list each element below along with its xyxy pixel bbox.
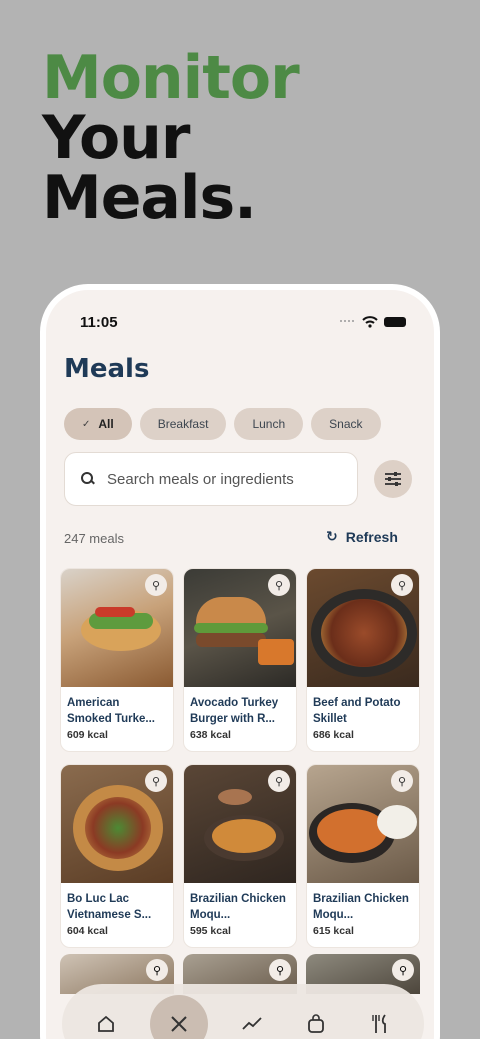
search-icon [81,472,95,486]
check-icon: ✓ [82,418,91,430]
meal-grid: ⚲ American Smoked Turke... 609 kcal ⚲ Av… [60,568,422,948]
refresh-button[interactable]: ↻ Refresh [326,528,398,545]
trend-icon [242,1017,262,1030]
pin-icon[interactable]: ⚲ [391,770,413,792]
meal-image: ⚲ [307,569,419,687]
chip-lunch-label: Lunch [252,417,286,431]
pin-icon[interactable]: ⚲ [146,959,168,981]
meal-name: Brazilian Chicken Moqu... [190,893,286,921]
meal-image: ⚲ [61,765,173,883]
headline-line3: Meals. [42,163,257,233]
meal-name: American Smoked Turke... [67,697,155,725]
meal-card[interactable]: ⚲ Avocado Turkey Burger with R... 638 kc… [183,568,297,752]
meal-name: Brazilian Chicken Moqu... [313,893,409,921]
bag-icon [308,1014,324,1033]
search-placeholder: Search meals or ingredients [107,470,294,488]
tab-home[interactable] [86,1004,126,1039]
meal-card[interactable]: ⚲ American Smoked Turke... 609 kcal [60,568,174,752]
tab-progress[interactable] [232,1004,272,1039]
meal-card[interactable]: ⚲ Beef and Potato Skillet 686 kcal [306,568,420,752]
chip-all[interactable]: ✓ All [64,408,132,440]
meal-kcal: 615 kcal [313,925,354,937]
pin-icon[interactable]: ⚲ [268,770,290,792]
refresh-icon: ↻ [326,528,338,544]
meal-name: Bo Luc Lac Vietnamese S... [67,893,152,921]
fork-knife-icon [372,1014,386,1033]
meal-card[interactable]: ⚲ Brazilian Chicken Moqu... 595 kcal [183,764,297,948]
meal-kcal: 638 kcal [190,729,231,741]
pin-icon[interactable]: ⚲ [145,770,167,792]
home-icon [98,1015,114,1032]
meal-name: Avocado Turkey Burger with R... [190,697,279,725]
chip-snack-label: Snack [329,417,363,431]
refresh-label: Refresh [345,528,398,545]
status-icons [340,316,406,328]
tab-recipes[interactable] [360,1004,400,1039]
pin-icon[interactable]: ⚲ [269,959,291,981]
meal-image: ⚲ [184,569,296,687]
tab-meals[interactable] [150,995,208,1039]
headline-line1: Monitor [42,43,300,113]
meal-name: Beef and Potato Skillet [313,697,401,725]
tab-shop[interactable] [296,1004,336,1039]
meal-kcal: 609 kcal [67,729,108,741]
chip-all-label: All [98,417,114,431]
pin-icon[interactable]: ⚲ [145,574,167,596]
status-bar: 11:05 [46,290,434,342]
search-input[interactable]: Search meals or ingredients [64,452,358,506]
chip-snack[interactable]: Snack [311,408,381,440]
meal-image: ⚲ [307,765,419,883]
phone-frame: 11:05 Meals ✓ All Breakfast Lunch Snack [40,284,440,1039]
wifi-icon [362,316,378,328]
meal-count: 247 meals [64,531,124,546]
signal-icon [340,320,356,324]
utensils-icon [171,1016,187,1032]
battery-icon [384,317,406,327]
sliders-icon [385,472,401,486]
headline-line2: Your [42,103,190,173]
meal-kcal: 604 kcal [67,925,108,937]
chip-lunch[interactable]: Lunch [234,408,304,440]
headline: Monitor Your Meals. [42,43,300,233]
pin-icon[interactable]: ⚲ [268,574,290,596]
meal-image: ⚲ [184,765,296,883]
filter-button[interactable] [374,460,412,498]
meal-card[interactable]: ⚲ Bo Luc Lac Vietnamese S... 604 kcal [60,764,174,948]
chip-breakfast-label: Breakfast [157,417,209,431]
pin-icon[interactable]: ⚲ [391,574,413,596]
pin-icon[interactable]: ⚲ [392,959,414,981]
chip-breakfast[interactable]: Breakfast [139,408,227,440]
meal-image: ⚲ [61,569,173,687]
status-time: 11:05 [80,313,118,331]
meal-card[interactable]: ⚲ Brazilian Chicken Moqu... 615 kcal [306,764,420,948]
tab-bar [62,984,424,1039]
meal-kcal: 686 kcal [313,729,354,741]
page-title: Meals [64,354,150,384]
meal-kcal: 595 kcal [190,925,231,937]
filter-chips: ✓ All Breakfast Lunch Snack [64,408,381,440]
